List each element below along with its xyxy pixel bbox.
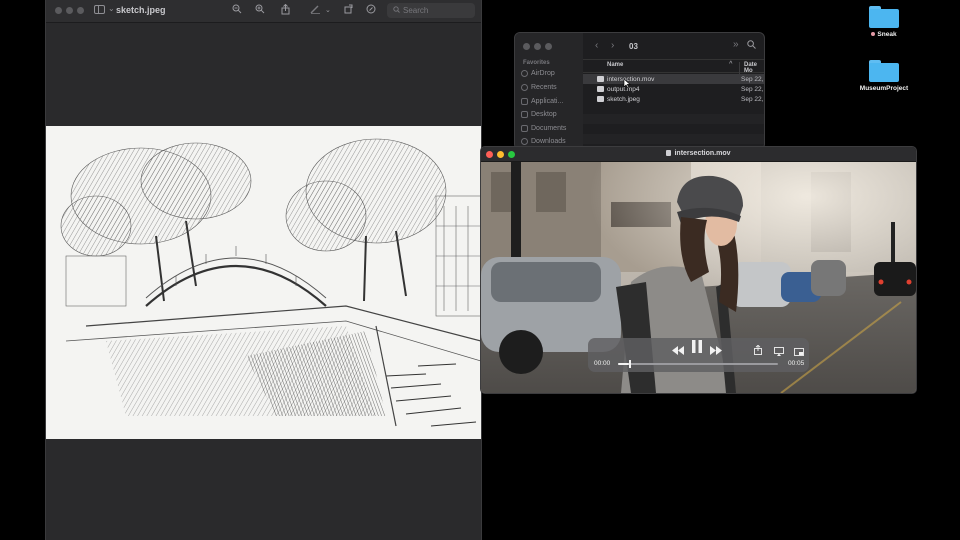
sidebar-item-airdrop[interactable]: AirDrop <box>521 70 555 77</box>
column-name[interactable]: Name <box>607 62 623 68</box>
markup-pen-icon[interactable] <box>310 4 321 17</box>
folder-title: 03 <box>629 42 638 51</box>
sidebar-item-recents[interactable]: Recents <box>521 84 557 91</box>
sidebar-heading: Favorites <box>523 60 550 66</box>
toolbar-overflow-icon[interactable]: » <box>733 39 739 50</box>
desktop-folder-museumproject[interactable]: MuseumProject <box>854 60 914 92</box>
empty-row <box>583 134 764 144</box>
total-time: 00:05 <box>788 360 805 367</box>
finder-sidebar: Favorites AirDrop Recents Applicati... D… <box>515 33 583 149</box>
sort-chevron-icon[interactable]: ^ <box>729 61 733 67</box>
desktop-folder-sneak[interactable]: Sneak <box>854 6 914 38</box>
window-controls <box>523 43 552 50</box>
scrubber-progress <box>618 363 630 365</box>
zoom-button[interactable] <box>545 43 552 50</box>
movie-file-icon <box>597 86 604 92</box>
scrubber-track[interactable] <box>618 360 778 368</box>
sketch-image <box>46 126 481 439</box>
color-tag-dot <box>871 32 876 36</box>
quicktime-window: intersection.mov 00:00 00:05 <box>480 146 917 394</box>
preview-toolbar: ⌄ sketch.jpeg ⌄ Search <box>46 0 481 23</box>
zoom-in-icon[interactable] <box>255 4 265 17</box>
video-frame[interactable]: 00:00 00:05 <box>481 162 916 393</box>
close-button[interactable] <box>523 43 530 50</box>
movie-file-icon <box>597 76 604 82</box>
airdrop-icon <box>521 70 528 77</box>
chevron-down-icon[interactable]: ⌄ <box>108 4 115 13</box>
image-file-icon <box>597 96 604 102</box>
minimize-button[interactable] <box>534 43 541 50</box>
document-icon <box>521 125 528 132</box>
clock-icon <box>521 84 528 91</box>
empty-row <box>583 114 764 124</box>
share-icon[interactable] <box>754 342 762 360</box>
sidebar-item-downloads[interactable]: Downloads <box>521 138 566 145</box>
movie-file-icon <box>666 150 672 156</box>
back-chevron-icon[interactable]: ‹ <box>595 40 598 51</box>
search-input[interactable]: Search <box>387 3 475 18</box>
file-row[interactable]: sketch.jpeg Sep 22, <box>583 94 764 104</box>
zoom-button[interactable] <box>77 7 84 14</box>
folder-icon <box>869 6 899 28</box>
sidebar-item-documents[interactable]: Documents <box>521 125 566 132</box>
preview-window: ⌄ sketch.jpeg ⌄ Search <box>45 0 482 540</box>
file-row[interactable]: output.mp4 Sep 22, <box>583 84 764 94</box>
playback-controls[interactable]: 00:00 00:05 <box>588 338 809 372</box>
sidebar-toggle-icon[interactable] <box>94 5 105 14</box>
finder-window: Favorites AirDrop Recents Applicati... D… <box>514 32 765 150</box>
fast-forward-icon[interactable] <box>710 342 722 360</box>
chevron-down-icon[interactable]: ⌄ <box>325 6 331 14</box>
minimize-button[interactable] <box>66 7 73 14</box>
desktop-icon <box>521 111 528 118</box>
window-controls <box>55 7 84 14</box>
quicktime-titlebar: intersection.mov <box>481 147 916 162</box>
folder-icon <box>869 60 899 82</box>
window-title: sketch.jpeg <box>116 5 166 15</box>
rotate-icon[interactable] <box>344 4 354 17</box>
window-title: intersection.mov <box>481 150 916 157</box>
airplay-icon[interactable] <box>774 343 784 361</box>
current-time: 00:00 <box>594 360 611 367</box>
rewind-icon[interactable] <box>672 342 684 360</box>
close-button[interactable] <box>55 7 62 14</box>
download-icon <box>521 138 528 145</box>
column-date-modified[interactable]: Date Mo <box>739 62 764 74</box>
search-icon <box>393 6 400 15</box>
sidebar-item-desktop[interactable]: Desktop <box>521 111 557 118</box>
search-placeholder: Search <box>403 6 429 15</box>
zoom-out-icon[interactable] <box>232 4 242 17</box>
forward-chevron-icon[interactable]: › <box>611 40 614 51</box>
applications-icon <box>521 98 528 105</box>
mouse-cursor-icon <box>623 78 631 89</box>
sidebar-item-applications[interactable]: Applicati... <box>521 98 563 105</box>
column-header: Name ^ Date Mo <box>583 59 764 74</box>
file-row[interactable]: intersection.mov Sep 22, <box>583 74 764 84</box>
finder-file-list: ‹ › 03 » Name ^ Date Mo intersection.mov… <box>583 33 764 149</box>
markup-circle-icon[interactable] <box>366 4 376 17</box>
picture-in-picture-icon[interactable] <box>794 343 804 361</box>
pause-icon[interactable] <box>692 340 702 358</box>
scrubber-handle[interactable] <box>629 360 632 368</box>
share-icon[interactable] <box>281 3 290 18</box>
search-icon[interactable] <box>747 40 756 52</box>
